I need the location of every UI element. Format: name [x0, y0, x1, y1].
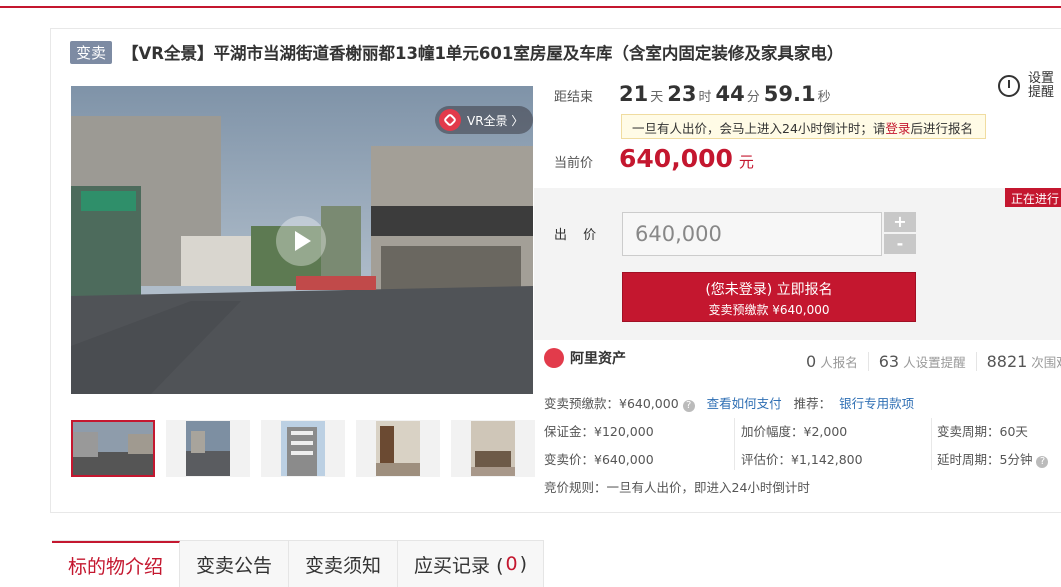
- notice-text-before: 一旦有人出价，会马上进入24小时倒计时；请: [632, 121, 886, 136]
- stat-number: 8821: [986, 352, 1028, 371]
- thumbnail-1[interactable]: [71, 420, 155, 477]
- tab-label: 应买记录 (: [414, 554, 504, 577]
- bid-notice: 一旦有人出价，会马上进入24小时倒计时；请登录后进行报名: [621, 114, 986, 139]
- vr-icon: [439, 109, 461, 131]
- set-reminder-button[interactable]: 设置提醒: [998, 68, 1061, 104]
- sale-type-badge: 变卖: [70, 40, 113, 64]
- set-reminder-label: 设置提醒: [1028, 71, 1055, 100]
- appraisal-text: 评估价：¥1,142,800: [741, 452, 863, 467]
- countdown-days: 21: [619, 82, 649, 106]
- signup-deposit: 变卖预缴款 ¥640,000: [708, 303, 830, 317]
- recommend-label: 推荐：: [793, 396, 832, 411]
- vr-label: VR全景 〉: [467, 113, 524, 128]
- tab-bid-records[interactable]: 应买记录 ( 0 ): [398, 541, 545, 587]
- increase-bid-button[interactable]: +: [884, 212, 916, 232]
- thumbnail-strip: [71, 420, 535, 477]
- alarm-clock-icon: [998, 75, 1020, 97]
- stat-unit: 人设置提醒: [903, 355, 966, 370]
- countdown-label: 距结束: [554, 90, 594, 105]
- delay-text: 延时周期：5分钟: [937, 452, 1033, 467]
- help-icon[interactable]: ?: [1036, 456, 1049, 468]
- platform-logo: 阿里资产: [544, 348, 626, 368]
- thumbnail-3[interactable]: [261, 420, 345, 477]
- delay-row: 延时周期：5分钟?: [937, 449, 1056, 468]
- bid-amount-input[interactable]: 640,000: [622, 212, 882, 256]
- stat-number: 63: [878, 352, 900, 371]
- status-badge: 正在进行: [1005, 188, 1061, 207]
- notice-text-after: 后进行报名: [910, 121, 973, 136]
- platform-name: 阿里资产: [570, 351, 626, 367]
- countdown-hours: 23: [667, 82, 697, 106]
- current-price-label: 当前价: [554, 156, 594, 171]
- sale-price-text: 变卖价：¥640,000: [544, 452, 654, 467]
- tab-sale-terms[interactable]: 变卖须知: [289, 541, 399, 587]
- countdown-minutes: 44: [715, 82, 745, 106]
- stat-signups: 0 人报名: [796, 352, 868, 371]
- stat-reminders: 63 人设置提醒: [867, 352, 976, 371]
- stat-unit: 次围观: [1031, 355, 1061, 370]
- divider: [931, 418, 932, 470]
- stat-views: 8821 次围观: [975, 352, 1061, 371]
- thumbnail-image: [73, 422, 153, 475]
- tab-label: 变卖须知: [305, 554, 382, 577]
- thumbnail-image: [376, 421, 420, 476]
- login-link[interactable]: 登录: [885, 121, 910, 136]
- vr-view-button[interactable]: VR全景 〉: [435, 106, 533, 134]
- top-accent-line: [0, 6, 1061, 8]
- bank-funds-link[interactable]: 银行专用款项: [839, 396, 914, 411]
- thumbnail-2[interactable]: [166, 420, 250, 477]
- countdown-days-unit: 天: [650, 90, 664, 105]
- bid-rule-text: 竞价规则：一旦有人出价，即进入24小时倒计时: [544, 480, 810, 495]
- how-to-pay-link[interactable]: 查看如何支付: [707, 396, 782, 411]
- tab-sale-notice[interactable]: 变卖公告: [180, 541, 290, 587]
- deposit-text: 变卖预缴款：¥640,000: [544, 396, 679, 411]
- tab-label: 标的物介绍: [68, 555, 164, 578]
- item-title-row: 变卖 【VR全景】平湖市当湖街道香榭丽都13幢1单元601室房屋及车库（含室内固…: [70, 40, 843, 64]
- thumbnail-image: [281, 421, 325, 476]
- ali-assets-icon: [544, 348, 564, 368]
- countdown: 距结束 21 天 23 时 44 分 59.1 秒: [554, 82, 831, 106]
- countdown-seconds-unit: 秒: [817, 90, 831, 105]
- thumbnail-4[interactable]: [356, 420, 440, 477]
- decrease-bid-button[interactable]: -: [884, 234, 916, 254]
- divider: [734, 418, 735, 470]
- tab-item-intro[interactable]: 标的物介绍: [52, 541, 181, 587]
- deposit-row: 变卖预缴款：¥640,000? 查看如何支付 推荐： 银行专用款项: [544, 393, 914, 412]
- bid-label: 出 价: [554, 228, 603, 243]
- signup-button[interactable]: (您未登录) 立即报名 变卖预缴款 ¥640,000: [622, 272, 916, 322]
- item-title: 【VR全景】平湖市当湖街道香榭丽都13幢1单元601室房屋及车库（含室内固定装修…: [122, 44, 844, 63]
- stats-bar: 0 人报名 63 人设置提醒 8821 次围观: [796, 352, 1061, 371]
- period-text: 变卖周期：60天: [937, 424, 1028, 439]
- countdown-seconds: 59.1: [763, 82, 816, 106]
- bond-text: 保证金：¥120,000: [544, 424, 654, 439]
- thumbnail-5[interactable]: [451, 420, 535, 477]
- increment-text: 加价幅度：¥2,000: [741, 424, 848, 439]
- signup-label: (您未登录) 立即报名: [705, 282, 833, 298]
- tab-suffix: ): [519, 553, 528, 575]
- stat-number: 0: [806, 352, 817, 371]
- stat-unit: 人报名: [820, 355, 858, 370]
- thumbnail-image: [471, 421, 515, 476]
- play-icon[interactable]: [276, 216, 326, 266]
- tab-count: 0: [505, 553, 518, 575]
- thumbnail-image: [186, 421, 230, 476]
- countdown-minutes-unit: 分: [746, 90, 760, 105]
- help-icon[interactable]: ?: [682, 400, 695, 412]
- current-price-unit: 元: [738, 153, 754, 171]
- countdown-hours-unit: 时: [698, 90, 712, 105]
- current-price: 当前价 640,000 元: [554, 144, 754, 173]
- detail-tabs: 标的物介绍 变卖公告 变卖须知 应买记录 ( 0 ): [52, 540, 545, 587]
- tab-label: 变卖公告: [196, 554, 273, 577]
- current-price-value: 640,000: [619, 144, 733, 173]
